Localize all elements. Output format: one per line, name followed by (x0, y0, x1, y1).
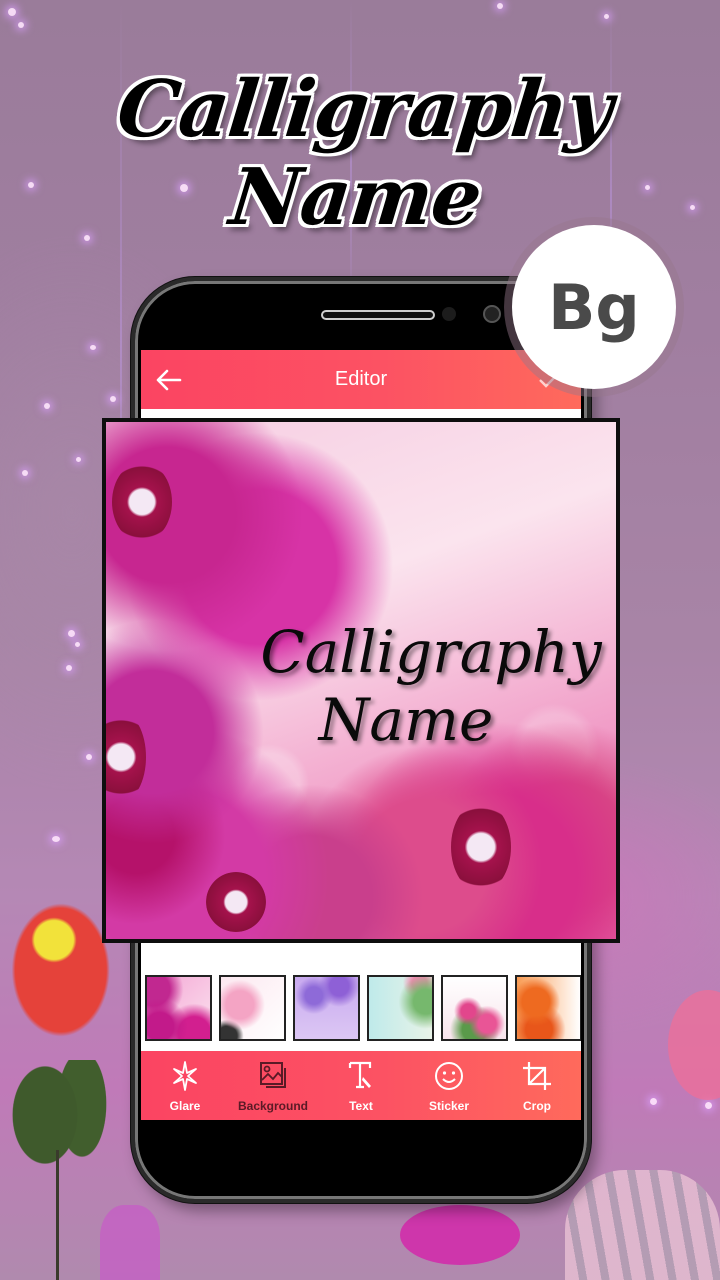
tool-label: Crop (523, 1099, 551, 1113)
app-bar: Editor (141, 350, 581, 409)
background-thumbnail-pink-roses[interactable] (441, 975, 508, 1041)
sparkle (650, 1098, 657, 1105)
sparkle (705, 1102, 712, 1109)
orchid-center (206, 872, 266, 932)
sparkle-icon (173, 1061, 197, 1091)
sparkle (22, 470, 28, 476)
sparkle (604, 14, 609, 19)
tool-label: Glare (169, 1099, 201, 1113)
phone-speaker (321, 310, 435, 320)
stem-decoration (56, 1150, 59, 1280)
striped-flower-decoration (565, 1170, 720, 1280)
editor-toolbar: Glare Background Text Sticker Crop (141, 1051, 581, 1120)
bg-feature-badge: Bg (512, 225, 676, 389)
text-icon (348, 1061, 372, 1089)
background-thumbnail-purple-orchids[interactable] (293, 975, 360, 1041)
app-title: Editor (334, 368, 388, 390)
badge-text: Bg (548, 270, 640, 344)
tool-background[interactable]: Background (229, 1051, 317, 1120)
canvas-preview[interactable]: Calligraphy Name (102, 418, 620, 943)
sparkle (18, 22, 24, 28)
tool-crop[interactable]: Crop (493, 1051, 581, 1120)
background-thumbnail-pastel-blossoms[interactable] (367, 975, 434, 1041)
promo-headline: Calligraphy Name (0, 64, 720, 243)
tool-text[interactable]: Text (317, 1051, 405, 1120)
sparkle (75, 642, 80, 647)
tool-sticker[interactable]: Sticker (405, 1051, 493, 1120)
tool-label: Background (237, 1099, 308, 1113)
background-thumbnail-orange-lilies[interactable] (515, 975, 581, 1041)
sparkle (68, 630, 75, 637)
phone-front-camera (483, 305, 501, 323)
background-thumbnail-pink-orchids[interactable] (145, 975, 212, 1041)
purple-tulip-decoration (100, 1205, 160, 1280)
calligraphy-line-2: Name (318, 686, 494, 754)
tool-label: Sticker (428, 1099, 470, 1113)
tool-glare[interactable]: Glare (141, 1051, 229, 1120)
image-icon (260, 1062, 286, 1088)
phone-sensor (442, 307, 456, 321)
orchid-center (451, 802, 511, 892)
sparkle (44, 403, 50, 409)
orchid-center (106, 712, 146, 802)
sparkle (8, 8, 16, 16)
smiley-icon (435, 1062, 463, 1090)
tool-label: Text (349, 1099, 373, 1113)
crop-icon (523, 1062, 551, 1090)
sparkle (86, 754, 92, 760)
calligraphy-text[interactable]: Calligraphy Name (246, 618, 616, 754)
background-thumbnails (141, 975, 581, 1043)
magenta-flower-decoration (400, 1205, 520, 1265)
sparkle (52, 836, 60, 842)
sparkle (497, 3, 503, 9)
background-thumbnail-pink-lily[interactable] (219, 975, 286, 1041)
headline-line-1: Calligraphy (113, 64, 617, 155)
sparkle (66, 665, 72, 671)
leaf-decoration (10, 1060, 110, 1170)
sparkle (110, 396, 116, 402)
calligraphy-line-1: Calligraphy (260, 618, 602, 686)
orchid-center (112, 462, 172, 542)
pink-petal-decoration (668, 990, 720, 1100)
sparkle (90, 345, 96, 350)
sparkle (76, 457, 81, 462)
